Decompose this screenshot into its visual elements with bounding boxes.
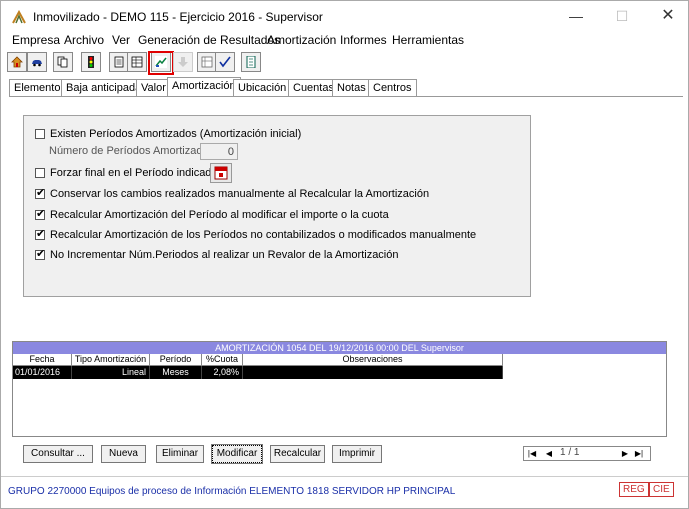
copy-button[interactable]	[53, 52, 73, 72]
recalcular-periodo-label: Recalcular Amortización del Período al m…	[50, 209, 389, 221]
amortization-grid[interactable]: AMORTIZACIÓN 1054 DEL 19/12/2016 00:00 D…	[12, 341, 667, 437]
app-icon	[12, 10, 26, 24]
conservar-checkbox[interactable]: ✔	[35, 187, 46, 199]
tab-centros[interactable]: Centros	[368, 79, 417, 97]
recalcular-button[interactable]: Recalcular	[270, 445, 325, 463]
menu-empresa[interactable]: Empresa	[12, 33, 60, 47]
grid-icon	[201, 56, 213, 68]
tab-amortizacion[interactable]: Amortización	[167, 77, 241, 97]
numero-periodos-field[interactable]: 0	[200, 143, 238, 160]
next-record-button[interactable]: ▶	[620, 448, 630, 459]
amortization-options-panel: Existen Períodos Amortizados (Amortizaci…	[23, 115, 531, 297]
consultar-button[interactable]: Consultar ...	[23, 445, 93, 463]
record-navigator: |◀ ◀ 1 / 1 ▶ ▶|	[523, 446, 651, 461]
menu-generacion-resultados[interactable]: Generación de Resultados	[138, 33, 280, 47]
title-bar: Inmovilizado - DEMO 115 - Ejercicio 2016…	[1, 1, 688, 31]
forzar-final-checkbox[interactable]	[35, 168, 45, 178]
calendar-icon	[214, 166, 228, 180]
modificar-button[interactable]: Modificar	[211, 444, 263, 464]
grid-header: Fecha Tipo Amortización Período %Cuota O…	[13, 354, 503, 366]
traffic-light-icon	[88, 56, 94, 68]
table-button[interactable]	[127, 52, 147, 72]
tab-baja-anticipada[interactable]: Baja anticipada	[61, 79, 147, 97]
menu-bar: Empresa Archivo Ver Generación de Result…	[1, 31, 688, 49]
existen-periodos-checkbox[interactable]	[35, 129, 45, 139]
car-button[interactable]	[27, 52, 47, 72]
check-mark-icon: ✔	[36, 187, 46, 199]
menu-informes[interactable]: Informes	[340, 33, 387, 47]
traffic-light-button[interactable]	[81, 52, 101, 72]
grid-button[interactable]	[197, 52, 217, 72]
col-cuota[interactable]: %Cuota	[202, 354, 243, 366]
down-arrow-button[interactable]	[173, 52, 193, 72]
last-record-button[interactable]: ▶|	[634, 448, 644, 459]
numero-periodos-label: Número de Períodos Amortizados	[49, 145, 215, 157]
window-title: Inmovilizado - DEMO 115 - Ejercicio 2016…	[33, 10, 323, 24]
cell-tipo: Lineal	[72, 366, 150, 379]
imprimir-button[interactable]: Imprimir	[332, 445, 382, 463]
cell-observaciones	[243, 366, 503, 379]
home-icon	[11, 56, 23, 68]
main-window: Inmovilizado - DEMO 115 - Ejercicio 2016…	[0, 0, 689, 509]
down-arrow-icon	[178, 57, 188, 67]
col-tipo-amortizacion[interactable]: Tipo Amortización	[72, 354, 150, 366]
cie-indicator: CIE	[649, 482, 674, 497]
check-mark-icon: ✔	[36, 208, 46, 220]
list-button[interactable]	[241, 52, 261, 72]
first-record-button[interactable]: |◀	[527, 448, 537, 459]
cell-periodo: Meses	[150, 366, 202, 379]
copy-icon	[57, 56, 68, 68]
forzar-final-label: Forzar final en el Período indicado	[50, 167, 218, 179]
home-button[interactable]	[7, 52, 27, 72]
car-icon	[32, 60, 42, 67]
col-observaciones[interactable]: Observaciones	[243, 354, 503, 366]
cell-fecha: 01/01/2016	[13, 366, 72, 379]
conservar-label: Conservar los cambios realizados manualm…	[50, 188, 430, 200]
tab-valor[interactable]: Valor	[136, 79, 171, 97]
tab-divider	[9, 96, 683, 97]
status-text: GRUPO 2270000 Equipos de proceso de Info…	[8, 486, 456, 497]
calendar-button[interactable]	[210, 163, 232, 183]
minimize-button[interactable]: —	[553, 1, 599, 31]
existen-periodos-label: Existen Períodos Amortizados (Amortizaci…	[50, 128, 302, 140]
cell-cuota: 2,08%	[202, 366, 243, 379]
tab-notas[interactable]: Notas	[332, 79, 371, 97]
list-icon	[246, 56, 256, 68]
col-periodo[interactable]: Período	[150, 354, 202, 366]
no-incrementar-checkbox[interactable]: ✔	[35, 248, 46, 260]
grid-title: AMORTIZACIÓN 1054 DEL 19/12/2016 00:00 D…	[13, 342, 666, 354]
table-icon	[131, 56, 143, 68]
recalcular-no-contab-label: Recalcular Amortización de los Períodos …	[50, 229, 477, 241]
no-incrementar-label: No Incrementar Núm.Periodos al realizar …	[50, 249, 399, 261]
tab-elemento[interactable]: Elemento	[9, 79, 66, 97]
check-icon	[219, 56, 231, 68]
reg-indicator: REG	[619, 482, 649, 497]
check-mark-icon: ✔	[36, 248, 46, 260]
menu-archivo[interactable]: Archivo	[64, 33, 104, 47]
nueva-button[interactable]: Nueva	[101, 445, 146, 463]
eliminar-button[interactable]: Eliminar	[156, 445, 204, 463]
status-bar: GRUPO 2270000 Equipos de proceso de Info…	[1, 476, 688, 504]
recalcular-no-contab-checkbox[interactable]: ✔	[35, 228, 46, 240]
tab-ubicacion[interactable]: Ubicación	[233, 79, 292, 97]
table-row[interactable]: 01/01/2016 Lineal Meses 2,08%	[13, 366, 503, 379]
menu-herramientas[interactable]: Herramientas	[392, 33, 464, 47]
maximize-button[interactable]: ☐	[599, 1, 645, 31]
menu-ver[interactable]: Ver	[112, 33, 130, 47]
document-button[interactable]	[109, 52, 129, 72]
toolbar	[5, 51, 685, 75]
close-button[interactable]: ✕	[645, 1, 689, 31]
col-fecha[interactable]: Fecha	[13, 354, 72, 366]
check-mark-icon: ✔	[36, 228, 46, 240]
highlight-box	[148, 51, 174, 75]
recalcular-periodo-checkbox[interactable]: ✔	[35, 208, 46, 220]
check-button[interactable]	[215, 52, 235, 72]
prev-record-button[interactable]: ◀	[544, 448, 554, 459]
menu-amortizacion[interactable]: Amortización	[267, 33, 336, 47]
document-icon	[114, 56, 124, 68]
record-position: 1 / 1	[560, 447, 580, 458]
